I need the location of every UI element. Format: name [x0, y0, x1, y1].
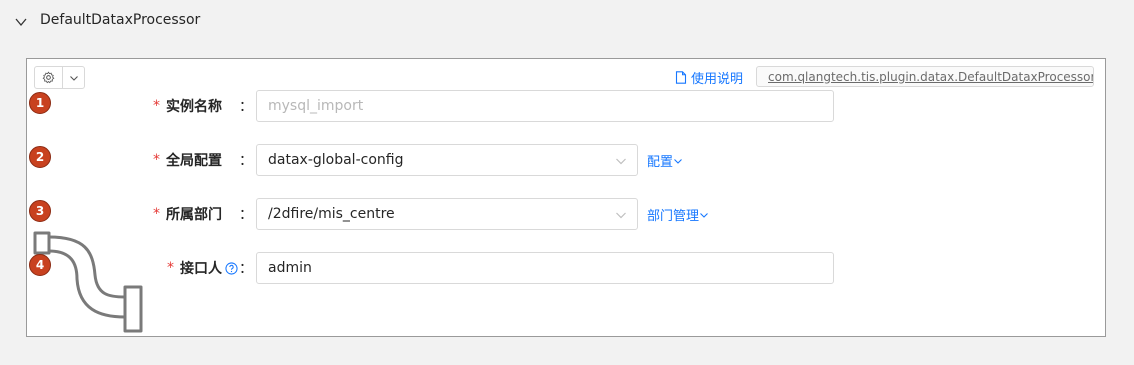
- instance-name-input[interactable]: mysql_import: [256, 90, 834, 122]
- field-label-global-config: * 全局配置: [153, 150, 222, 170]
- chevron-down-icon: [616, 158, 626, 165]
- chevron-down-icon: [616, 212, 626, 219]
- settings-button[interactable]: [35, 67, 63, 88]
- label-colon: ：: [239, 99, 253, 115]
- required-mark: *: [167, 260, 174, 276]
- label-colon: ：: [239, 153, 253, 169]
- chevron-down-icon: [700, 212, 708, 218]
- gear-icon: [42, 71, 55, 84]
- plugin-form-card: 使用说明 com.qlangtech.tis.plugin.datax.Defa…: [26, 58, 1106, 337]
- panel-title: DefaultDataxProcessor: [40, 12, 201, 28]
- config-link-label: 配置: [647, 155, 674, 170]
- step-badge-4: 4: [29, 254, 51, 276]
- required-mark: *: [153, 98, 160, 114]
- config-dropdown-link[interactable]: 配置: [647, 151, 683, 170]
- usage-doc-label: 使用说明: [691, 72, 744, 87]
- pipe-icon: [33, 231, 143, 333]
- label-colon: ：: [239, 261, 253, 277]
- label-colon: ：: [239, 207, 253, 223]
- step-badge-2: 2: [29, 146, 51, 168]
- field-label-text: 实例名称: [166, 99, 222, 115]
- field-label-text: 全局配置: [166, 153, 222, 169]
- plugin-options-button-group: [34, 66, 85, 89]
- department-value: /2dfire/mis_centre: [268, 206, 395, 222]
- panel-header[interactable]: DefaultDataxProcessor: [0, 0, 1134, 44]
- impl-class-name: com.qlangtech.tis.plugin.datax.DefaultDa…: [768, 69, 1094, 84]
- required-mark: *: [153, 152, 160, 168]
- contact-input[interactable]: admin: [256, 252, 834, 284]
- field-label-contact: * 接口人: [167, 258, 238, 278]
- global-config-select[interactable]: datax-global-config: [256, 144, 638, 176]
- field-label-text: 接口人: [180, 261, 222, 277]
- field-label-department: * 所属部门: [153, 204, 222, 224]
- chevron-down-icon: [70, 75, 78, 81]
- step-badge-3: 3: [29, 200, 51, 222]
- document-icon: [675, 71, 687, 84]
- department-manage-link[interactable]: 部门管理: [647, 205, 709, 224]
- field-label-instance-name: * 实例名称: [153, 96, 222, 116]
- department-select[interactable]: /2dfire/mis_centre: [256, 198, 638, 230]
- chevron-down-icon[interactable]: [14, 15, 28, 29]
- field-label-text: 所属部门: [166, 207, 222, 223]
- help-icon[interactable]: [225, 261, 238, 275]
- global-config-value: datax-global-config: [268, 152, 404, 168]
- usage-doc-link[interactable]: 使用说明: [675, 68, 743, 87]
- chevron-down-icon: [674, 158, 682, 164]
- required-mark: *: [153, 206, 160, 222]
- department-manage-label: 部门管理: [647, 209, 700, 224]
- impl-class-link[interactable]: com.qlangtech.tis.plugin.datax.DefaultDa…: [756, 66, 1094, 87]
- step-badge-1: 1: [29, 92, 51, 114]
- options-dropdown-button[interactable]: [63, 67, 85, 88]
